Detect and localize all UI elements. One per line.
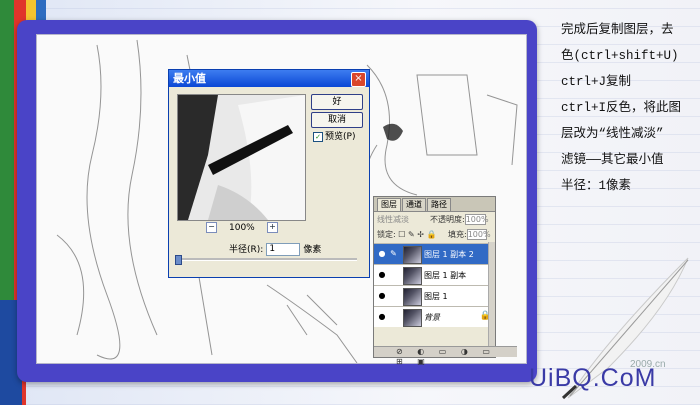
site-logo: UiBQ.CoM bbox=[529, 364, 657, 392]
dialog-title: 最小值 bbox=[169, 70, 369, 87]
layer-row[interactable]: ● 图层 1 副本 bbox=[374, 264, 495, 285]
eye-icon[interactable]: ● bbox=[377, 312, 387, 322]
close-icon[interactable]: × bbox=[351, 72, 366, 87]
tab-layers[interactable]: 图层 bbox=[377, 198, 401, 211]
eye-icon[interactable]: ● bbox=[377, 291, 387, 301]
layer-thumbnail bbox=[403, 288, 422, 306]
layers-scrollbar[interactable] bbox=[488, 242, 495, 346]
checkmark-icon: ✓ bbox=[313, 131, 323, 142]
tab-channels[interactable]: 通道 bbox=[402, 198, 426, 211]
eye-icon[interactable]: ● bbox=[377, 249, 387, 259]
filter-preview[interactable] bbox=[177, 94, 306, 221]
instruction-line: 层改为“线性减淡” bbox=[561, 127, 664, 141]
lock-row: 锁定: ☐ ✎ ✢ 🔒 bbox=[377, 229, 436, 240]
lock-label: 锁定: bbox=[377, 230, 396, 239]
radius-label: 半径(R): bbox=[229, 245, 264, 255]
layer-name: 背景 bbox=[424, 313, 440, 322]
opacity-control: 不透明度:100% bbox=[430, 214, 489, 225]
fill-input[interactable]: 100% bbox=[466, 229, 491, 240]
layers-panel: 图层 通道 路径 线性减淡 不透明度:100% 锁定: ☐ ✎ ✢ 🔒 填充:1… bbox=[373, 196, 517, 366]
radius-input[interactable]: 1 bbox=[266, 243, 301, 256]
preview-label: 预览(P) bbox=[325, 132, 356, 142]
lock-icons[interactable]: ☐ ✎ ✢ 🔒 bbox=[398, 230, 436, 239]
instruction-line: 完成后复制图层，去 bbox=[561, 23, 674, 37]
panel-tabs: 图层 通道 路径 bbox=[374, 197, 495, 212]
zoom-in-button[interactable]: + bbox=[267, 222, 278, 233]
radius-unit: 像素 bbox=[303, 245, 322, 255]
zoom-out-button[interactable]: − bbox=[206, 222, 217, 233]
layer-row[interactable]: ● 背景 🔒 bbox=[374, 306, 495, 327]
instruction-line: 滤镜——其它最小值 bbox=[561, 153, 664, 167]
tab-paths[interactable]: 路径 bbox=[427, 198, 451, 211]
radius-row: 半径(R): 1 像素 bbox=[229, 242, 321, 256]
layer-name: 图层 1 bbox=[424, 292, 448, 301]
layer-thumbnail bbox=[403, 309, 422, 327]
ok-button[interactable]: 好 bbox=[311, 94, 363, 110]
preview-checkbox[interactable]: ✓ 预览(P) bbox=[313, 129, 355, 142]
radius-slider-thumb[interactable] bbox=[175, 255, 182, 265]
layer-name: 图层 1 副本 bbox=[424, 271, 467, 280]
layer-row[interactable]: ● 图层 1 bbox=[374, 285, 495, 306]
eye-icon[interactable]: ● bbox=[377, 270, 387, 280]
layer-thumbnail bbox=[403, 267, 422, 285]
brush-icon: ✎ bbox=[390, 249, 397, 258]
radius-slider-track[interactable] bbox=[177, 258, 357, 261]
instruction-line: 色(ctrl+shift+U) bbox=[561, 49, 679, 63]
fill-control: 填充:100% bbox=[448, 229, 491, 240]
opacity-input[interactable]: 100% bbox=[464, 214, 489, 225]
layer-row[interactable]: ● ✎ 图层 1 副本 2 bbox=[374, 243, 495, 264]
instruction-line: ctrl+J复制 bbox=[561, 75, 632, 89]
cancel-button[interactable]: 取消 bbox=[311, 112, 363, 128]
instruction-line: ctrl+I反色，将此图 bbox=[561, 101, 682, 115]
blend-mode-select[interactable]: 线性减淡 bbox=[377, 214, 409, 225]
instruction-line: 半径：1像素 bbox=[561, 179, 632, 193]
instruction-text: 完成后复制图层，去 色(ctrl+shift+U) ctrl+J复制 ctrl+… bbox=[561, 17, 696, 199]
panel-bottom-toolbar[interactable]: ⊘ ◐ ▭ ◑ ▭ ⊞ ▣ bbox=[374, 346, 517, 366]
layer-thumbnail bbox=[403, 246, 422, 264]
zoom-level: 100% bbox=[229, 223, 255, 233]
layer-name: 图层 1 副本 2 bbox=[424, 250, 474, 259]
opacity-label: 不透明度: bbox=[430, 215, 465, 224]
fill-label: 填充: bbox=[448, 230, 467, 239]
minimum-filter-dialog: 最小值 × 好 取消 ✓ 预览(P) − 100% + 半径(R): 1 像素 bbox=[168, 69, 370, 278]
